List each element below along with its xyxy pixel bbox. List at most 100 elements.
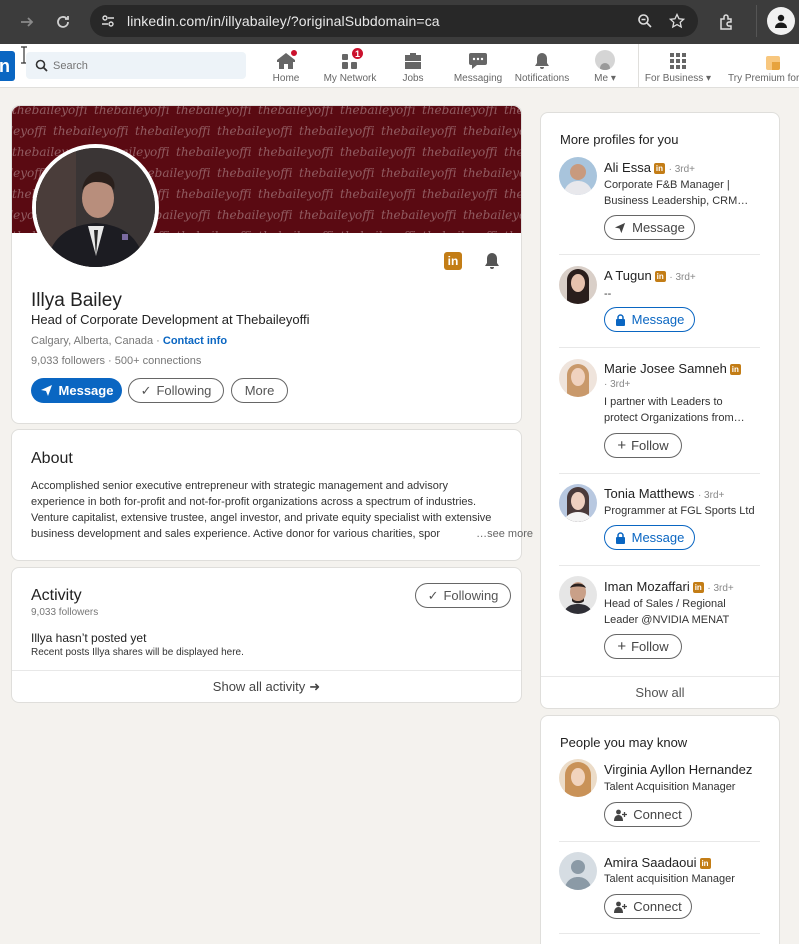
forward-icon[interactable] bbox=[14, 9, 40, 35]
person-avatar[interactable] bbox=[559, 157, 597, 195]
person-avatar[interactable] bbox=[559, 484, 597, 522]
url-text: linkedin.com/in/illyabailey/?originalSub… bbox=[127, 13, 440, 29]
activity-empty-title: Illya hasn’t posted yet bbox=[31, 631, 147, 645]
linkedin-premium-icon: in bbox=[729, 364, 741, 376]
person-name[interactable]: Ali Essa in · 3rd+ bbox=[604, 160, 695, 175]
person-message-button[interactable]: Message bbox=[604, 215, 695, 240]
nav-home[interactable]: Home bbox=[271, 48, 301, 86]
activity-followers: 9,033 followers bbox=[31, 607, 99, 618]
person-headline: -- bbox=[604, 288, 612, 300]
activity-following-button[interactable]: ✓ Following bbox=[415, 583, 511, 608]
cover-watermark-text: thebaileyoffi bbox=[12, 106, 88, 117]
list-divider bbox=[559, 473, 760, 474]
message-button[interactable]: Message bbox=[31, 378, 122, 403]
linkedin-navbar: in Home 1 My Network Jobs Messaging bbox=[0, 44, 799, 88]
zoom-icon[interactable] bbox=[635, 11, 655, 31]
profile-photo[interactable] bbox=[32, 144, 159, 271]
show-all-profiles-button[interactable]: Show all bbox=[541, 677, 779, 708]
toolbar-divider bbox=[756, 5, 757, 37]
bell-icon[interactable] bbox=[483, 252, 501, 275]
person-avatar[interactable] bbox=[559, 359, 597, 397]
jobs-icon bbox=[401, 48, 425, 70]
person-name[interactable]: A Tugun in · 3rd+ bbox=[604, 268, 696, 283]
nav-divider bbox=[638, 44, 639, 88]
person-headline: Talent acquisition Manager bbox=[604, 873, 735, 885]
contact-info-link[interactable]: Contact info bbox=[163, 335, 227, 347]
person-follow-button[interactable]: + Follow bbox=[604, 433, 682, 458]
activity-title: Activity bbox=[31, 587, 82, 604]
linkedin-logo-icon[interactable]: in bbox=[0, 51, 15, 81]
profile-icon[interactable] bbox=[767, 7, 795, 35]
person-name[interactable]: Iman Mozaffari in · 3rd+ bbox=[604, 579, 734, 594]
address-bar[interactable]: linkedin.com/in/illyabailey/?originalSub… bbox=[90, 5, 698, 37]
profile-stats: 9,033 followers · 500+ connections bbox=[31, 355, 202, 367]
nav-for-business-label: For Business bbox=[644, 73, 704, 84]
following-button[interactable]: ✓ Following bbox=[128, 378, 224, 403]
person-avatar[interactable] bbox=[559, 852, 597, 890]
search-input[interactable] bbox=[53, 52, 238, 79]
linkedin-premium-icon: in bbox=[692, 582, 704, 594]
person-name[interactable]: Marie Josee Samneh in bbox=[604, 361, 741, 376]
person-name[interactable]: Tonia Matthews · 3rd+ bbox=[604, 486, 724, 501]
cover-watermark-text: thebaileyoffi bbox=[299, 208, 375, 222]
cover-watermark-text: thebaileyoffi bbox=[422, 106, 498, 117]
reload-icon[interactable] bbox=[50, 9, 76, 35]
nav-try-premium-label: Try Premium for bbox=[728, 73, 799, 84]
activity-empty-subtitle: Recent posts Illya shares will be displa… bbox=[31, 647, 244, 658]
cover-watermark-text: thebaileyoffi bbox=[504, 106, 521, 117]
cover-watermark-text: thebaileyoffi bbox=[176, 187, 252, 201]
connect-button[interactable]: Connect bbox=[604, 894, 692, 919]
linkedin-premium-icon: in bbox=[653, 163, 665, 175]
extensions-icon[interactable] bbox=[714, 9, 740, 35]
more-button[interactable]: More bbox=[231, 378, 288, 403]
browser-toolbar: linkedin.com/in/illyabailey/?originalSub… bbox=[0, 0, 799, 44]
person-avatar[interactable] bbox=[559, 759, 597, 797]
check-icon: ✓ bbox=[427, 587, 439, 603]
person-name[interactable]: Virginia Ayllon Hernandez bbox=[604, 762, 752, 777]
nav-me[interactable]: Me ▾ bbox=[590, 48, 620, 86]
profile-location: Calgary, Alberta, Canada · Contact info bbox=[31, 335, 228, 347]
cover-watermark-text: thebaileyoffi bbox=[217, 208, 293, 222]
cover-watermark-text: thebaileyoffi bbox=[381, 166, 457, 180]
nav-try-premium[interactable]: Try Premium for bbox=[728, 48, 799, 86]
list-divider bbox=[559, 347, 760, 348]
nav-messaging[interactable]: Messaging bbox=[453, 48, 503, 86]
person-follow-button[interactable]: + Follow bbox=[604, 634, 682, 659]
profile-name: Illya Bailey bbox=[31, 290, 122, 311]
nav-for-business[interactable]: For Business ▾ bbox=[644, 48, 711, 86]
connect-button[interactable]: Connect bbox=[604, 802, 692, 827]
home-icon bbox=[274, 48, 298, 70]
site-info-icon[interactable] bbox=[98, 11, 118, 31]
cover-watermark-text: thebaileyoffi bbox=[299, 124, 375, 138]
nav-my-network[interactable]: 1 My Network bbox=[322, 47, 378, 86]
nav-jobs[interactable]: Jobs bbox=[400, 48, 426, 86]
people-know-title: People you may know bbox=[560, 735, 688, 750]
send-icon bbox=[615, 222, 626, 233]
person-message-button[interactable]: Message bbox=[604, 525, 695, 550]
bookmark-star-icon[interactable] bbox=[667, 11, 687, 31]
cover-watermark-text: thebaileyoffi bbox=[504, 226, 521, 233]
check-icon: ✓ bbox=[140, 382, 152, 398]
person-headline: Head of Sales / Regional Leader @NVIDIA M… bbox=[604, 598, 730, 626]
person-headline: I partner with Leaders to protect Organiz… bbox=[604, 396, 745, 424]
cover-watermark-text: thebaileyoffi bbox=[12, 124, 47, 138]
nav-notifications[interactable]: Notifications bbox=[514, 48, 570, 86]
home-dot-badge bbox=[290, 49, 298, 57]
person-name[interactable]: Amira Saadaoui in bbox=[604, 855, 711, 870]
cover-watermark-text: thebaileyoffi bbox=[340, 145, 416, 159]
cover-watermark-text: thebaileyoffi bbox=[176, 106, 252, 117]
nav-my-network-label: My Network bbox=[323, 73, 377, 84]
see-more-link[interactable]: …see more bbox=[476, 526, 533, 542]
search-box[interactable] bbox=[26, 52, 246, 79]
cover-watermark-text: thebaileyoffi bbox=[135, 124, 211, 138]
nav-messaging-label: Messaging bbox=[453, 73, 503, 84]
person-avatar[interactable] bbox=[559, 576, 597, 614]
person-message-button[interactable]: Message bbox=[604, 307, 695, 332]
cover-watermark-text: thebaileyoffi bbox=[258, 106, 334, 117]
show-all-activity-button[interactable]: Show all activity ➜ bbox=[12, 671, 521, 702]
person-headline: Talent Acquisition Manager bbox=[604, 781, 736, 793]
cover-watermark-text: thebaileyoffi bbox=[422, 145, 498, 159]
cover-watermark-text: thebaileyoffi bbox=[340, 226, 416, 233]
person-avatar[interactable] bbox=[559, 266, 597, 304]
cover-watermark-text: thebaileyoffi bbox=[176, 226, 252, 233]
